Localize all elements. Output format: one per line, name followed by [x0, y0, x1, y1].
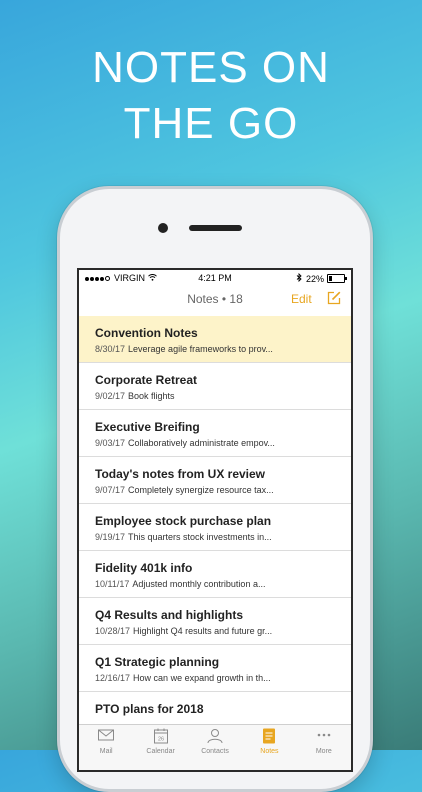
note-title: Convention Notes: [95, 326, 198, 340]
note-list-item[interactable]: Executive Breifing 9/03/17 Collaboratively…: [79, 410, 351, 457]
note-preview: Collaboratively administrate empov...: [128, 438, 275, 448]
earpiece-speaker: [189, 225, 242, 231]
note-date: 12/16/17: [95, 673, 131, 683]
note-preview: Adjusted monthly contribution a...: [132, 579, 266, 589]
tab-label: Notes: [260, 748, 279, 755]
note-preview: Book flights: [128, 391, 175, 401]
battery-fill: [329, 276, 333, 281]
note-summary: 10/28/17 Highlight Q4 results and future …: [95, 626, 272, 636]
note-summary: 10/11/17 Adjusted monthly contribution a.…: [95, 579, 265, 589]
note-list-item[interactable]: Today's notes from UX review 9/07/17 Compl…: [79, 457, 351, 504]
note-title: Fidelity 401k info: [95, 561, 193, 575]
battery-icon: [327, 274, 347, 283]
mail-icon: [97, 728, 115, 742]
tab-bar: Mail 26 Calendar Contacts Notes More: [79, 724, 351, 770]
svg-text:26: 26: [158, 737, 164, 743]
more-icon: [315, 728, 333, 742]
note-preview: This quarters stock investments in...: [128, 532, 272, 542]
note-title: Today's notes from UX review: [95, 467, 266, 481]
note-title: Q4 Results and highlights: [95, 608, 244, 622]
note-date: 10/28/17: [95, 626, 131, 636]
note-list-item[interactable]: Fidelity 401k info 10/11/17 Adjusted month…: [79, 551, 351, 598]
note-title: Corporate Retreat: [95, 373, 198, 387]
tab-mail[interactable]: Mail: [79, 725, 133, 770]
note-title: Employee stock purchase plan: [95, 514, 272, 528]
note-preview: Highlight Q4 results and future gr...: [133, 626, 273, 636]
battery-percent: 22%: [305, 273, 324, 284]
note-list-item[interactable]: Employee stock purchase plan 9/19/17 This …: [79, 504, 351, 551]
note-summary: 9/19/17 This quarters stock investments i…: [95, 532, 272, 542]
promo-headline-line2: THE GO: [123, 99, 299, 148]
calendar-icon: 26: [152, 728, 170, 744]
phone-screen: VIRGIN 4:21 PM 22% Notes • 18 Edit Conve…: [77, 268, 353, 772]
note-title: Q1 Strategic planning: [95, 655, 220, 669]
note-summary: 12/16/17 How can we expand growth in th..…: [95, 673, 271, 683]
note-date: 9/03/17: [95, 438, 126, 448]
note-title: PTO plans for 2018: [95, 702, 204, 716]
note-summary: 9/03/17 Collaboratively administrate empo…: [95, 438, 275, 448]
phone-frame: VIRGIN 4:21 PM 22% Notes • 18 Edit Conve…: [57, 186, 373, 792]
note-preview: Leverage agile frameworks to prov...: [128, 344, 273, 354]
front-camera: [158, 223, 168, 233]
note-summary: 9/07/17 Completely synergize resource tax…: [95, 485, 274, 495]
notes-list: Convention Notes 8/30/17 Leverage agile fr…: [79, 316, 351, 739]
edit-button[interactable]: Edit: [291, 292, 312, 306]
notes-icon: [260, 728, 278, 744]
note-date: 9/07/17: [95, 485, 126, 495]
note-summary: 9/02/17 Book flights: [95, 391, 175, 401]
tab-contacts[interactable]: Contacts: [188, 725, 242, 770]
tab-calendar[interactable]: 26 Calendar: [133, 725, 187, 770]
tab-label: Calendar: [146, 748, 175, 755]
note-summary: 8/30/17 Leverage agile frameworks to prov…: [95, 344, 273, 354]
note-list-item[interactable]: Q4 Results and highlights 10/28/17 Highlig…: [79, 598, 351, 645]
contacts-icon: [206, 728, 224, 744]
note-preview: How can we expand growth in th...: [133, 673, 271, 683]
tab-label: More: [315, 748, 332, 755]
note-list-item[interactable]: Q1 Strategic planning 12/16/17 How can we …: [79, 645, 351, 692]
tab-label: Mail: [99, 748, 113, 755]
note-preview: Completely synergize resource tax...: [128, 485, 274, 495]
note-date: 10/11/17: [95, 579, 130, 589]
status-bar: VIRGIN 4:21 PM 22%: [79, 270, 351, 286]
tab-notes[interactable]: Notes: [242, 725, 296, 770]
bluetooth-icon: [296, 272, 302, 284]
navigation-bar: Notes • 18 Edit: [79, 286, 351, 312]
tab-more[interactable]: More: [297, 725, 351, 770]
tab-label: Contacts: [201, 748, 229, 755]
note-date: 9/02/17: [95, 391, 126, 401]
note-date: 8/30/17: [95, 344, 126, 354]
note-list-item[interactable]: Corporate Retreat 9/02/17 Book flights: [79, 363, 351, 410]
note-date: 9/19/17: [95, 532, 126, 542]
compose-icon[interactable]: [327, 291, 341, 305]
promo-headline-line1: NOTES ON: [92, 43, 330, 92]
note-list-item[interactable]: Convention Notes 8/30/17 Leverage agile fr…: [79, 316, 351, 363]
note-title: Executive Breifing: [95, 420, 200, 434]
